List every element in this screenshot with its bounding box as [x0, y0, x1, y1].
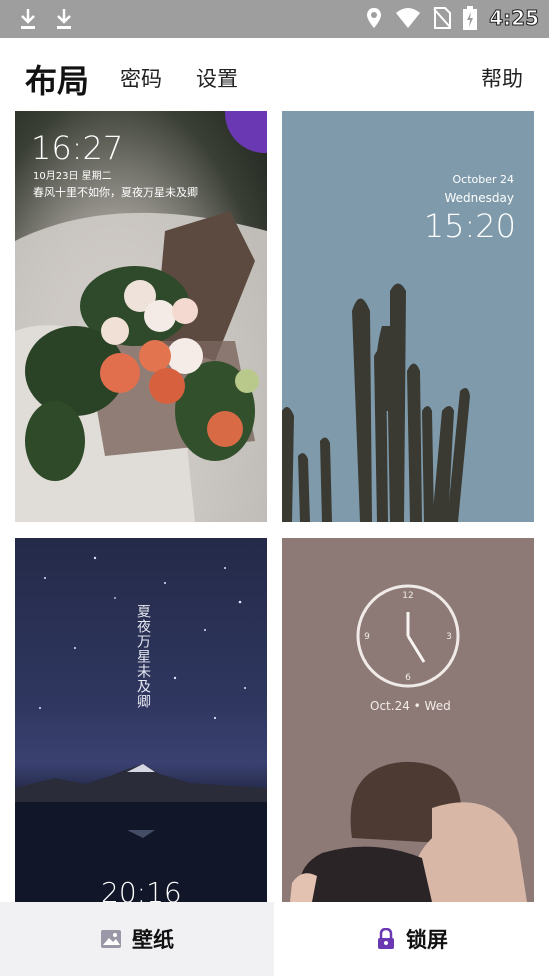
top-bar: 布局 密码 设置 帮助 [0, 38, 549, 110]
bottom-nav: 壁纸 锁屏 [0, 902, 549, 976]
download-icon [57, 9, 71, 29]
card-date: October 24 [452, 173, 514, 186]
tab-settings[interactable]: 设置 [196, 63, 238, 93]
notification-icons [18, 7, 74, 31]
layout-card-3[interactable]: 夏夜万星未及卿 20:16 [15, 538, 267, 902]
page-title: 布局 [25, 62, 90, 100]
figure-illustration [290, 761, 527, 902]
status-bar: 4:25 [0, 0, 549, 38]
nav-wallpaper[interactable]: 壁纸 [0, 902, 274, 976]
system-icons: 4:25 [365, 6, 540, 31]
location-icon [367, 8, 382, 28]
night-sky-illustration [15, 556, 267, 902]
layout-card-4[interactable]: 12 3 6 9 Oct.24 • Wed [282, 538, 534, 902]
no-sim-icon [433, 7, 452, 29]
card-weekday: Wednesday [444, 191, 514, 205]
clock: 4:25 [489, 6, 540, 31]
card-date: Oct.24 • Wed [370, 699, 451, 713]
nav-lockscreen[interactable]: 锁屏 [275, 902, 549, 976]
battery-icon [463, 6, 478, 30]
lock-icon [378, 928, 394, 949]
download-icon [21, 9, 35, 29]
tab-password[interactable]: 密码 [120, 63, 162, 93]
wifi-icon [396, 8, 421, 28]
card-time: 15:20 [423, 207, 516, 245]
nav-lockscreen-label: 锁屏 [406, 928, 448, 952]
layout-card-2[interactable]: October 24 Wednesday 15:20 [282, 111, 534, 522]
nav-wallpaper-label: 壁纸 [132, 928, 174, 952]
image-icon [101, 930, 121, 948]
vertical-quote: 夏夜万星未及卿 [135, 604, 151, 709]
card-date: 10月23日 星期二 [33, 171, 112, 182]
help-button[interactable]: 帮助 [481, 63, 523, 93]
card-time: 20:16 [101, 876, 182, 902]
card-time: 16:27 [31, 129, 124, 167]
card-quote: 春风十里不如你，夏夜万星未及卿 [33, 186, 198, 199]
layout-card-1[interactable]: ✓ 16:27 10月23日 星期二 春风十里不如你，夏夜万星未及卿 [15, 111, 267, 522]
